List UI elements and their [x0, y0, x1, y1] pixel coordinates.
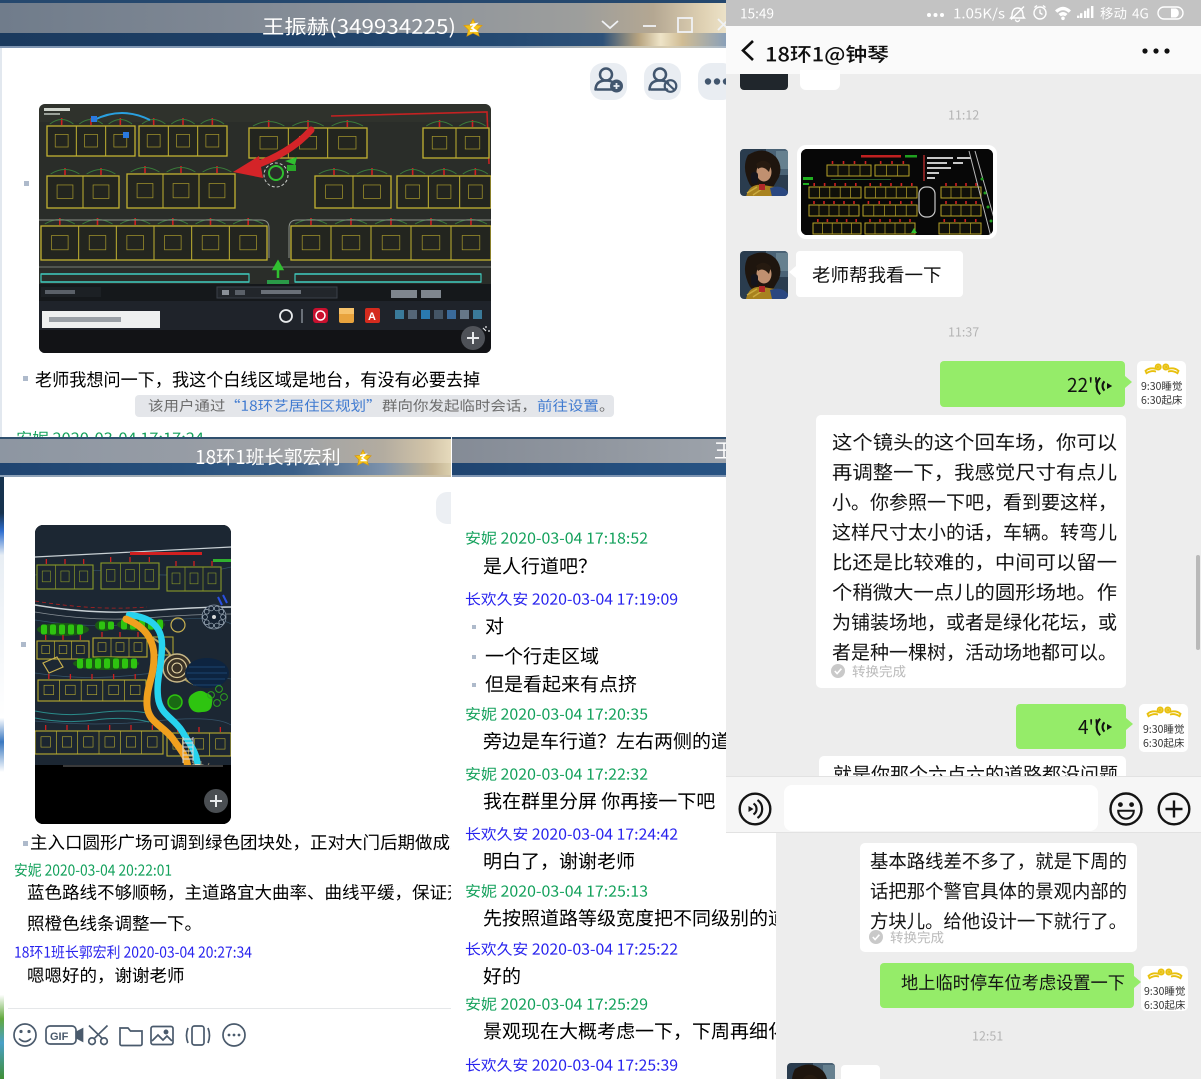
svg-text:GIF: GIF	[50, 1031, 69, 1043]
svg-text:A: A	[368, 311, 376, 323]
